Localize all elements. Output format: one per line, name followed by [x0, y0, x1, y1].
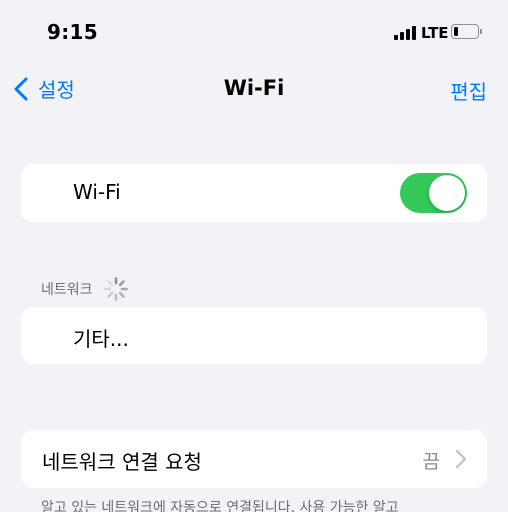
- status-bar: 9:15 LTE: [0, 0, 508, 62]
- chevron-right-icon: [455, 449, 467, 469]
- battery-level: [454, 27, 458, 36]
- network-type-label: LTE: [421, 24, 449, 42]
- battery-icon: [451, 24, 479, 39]
- wifi-label: Wi-Fi: [73, 180, 121, 204]
- other-network-row[interactable]: 기타...: [21, 307, 487, 364]
- status-time: 9:15: [47, 20, 98, 44]
- ask-to-join-row[interactable]: 네트워크 연결 요청 끔: [21, 430, 487, 488]
- navigation-bar: 설정 Wi-Fi 편집: [0, 62, 508, 118]
- page-title: Wi-Fi: [223, 76, 285, 100]
- loading-spinner-icon: [103, 277, 128, 301]
- ask-to-join-value: 끔: [422, 451, 440, 473]
- networks-header-label: 네트워크: [41, 282, 93, 298]
- toggle-knob: [429, 175, 465, 211]
- ask-to-join-label: 네트워크 연결 요청: [42, 450, 202, 474]
- signal-icon: [394, 26, 416, 40]
- wifi-settings-screen: 9:15 LTE 설정 Wi-Fi 편집 Wi-Fi 네트워크 기타... 네트…: [0, 0, 508, 512]
- battery-cap: [480, 29, 482, 34]
- ask-to-join-footer-note: 알고 있는 네트워크에 자동으로 연결됩니다. 사용 가능한 알고: [41, 500, 399, 512]
- edit-button[interactable]: 편집: [450, 76, 487, 105]
- other-network-label: 기타...: [73, 327, 129, 351]
- networks-section-header: 네트워크: [41, 276, 129, 302]
- wifi-toggle[interactable]: [400, 173, 467, 213]
- wifi-toggle-row: Wi-Fi: [21, 164, 487, 222]
